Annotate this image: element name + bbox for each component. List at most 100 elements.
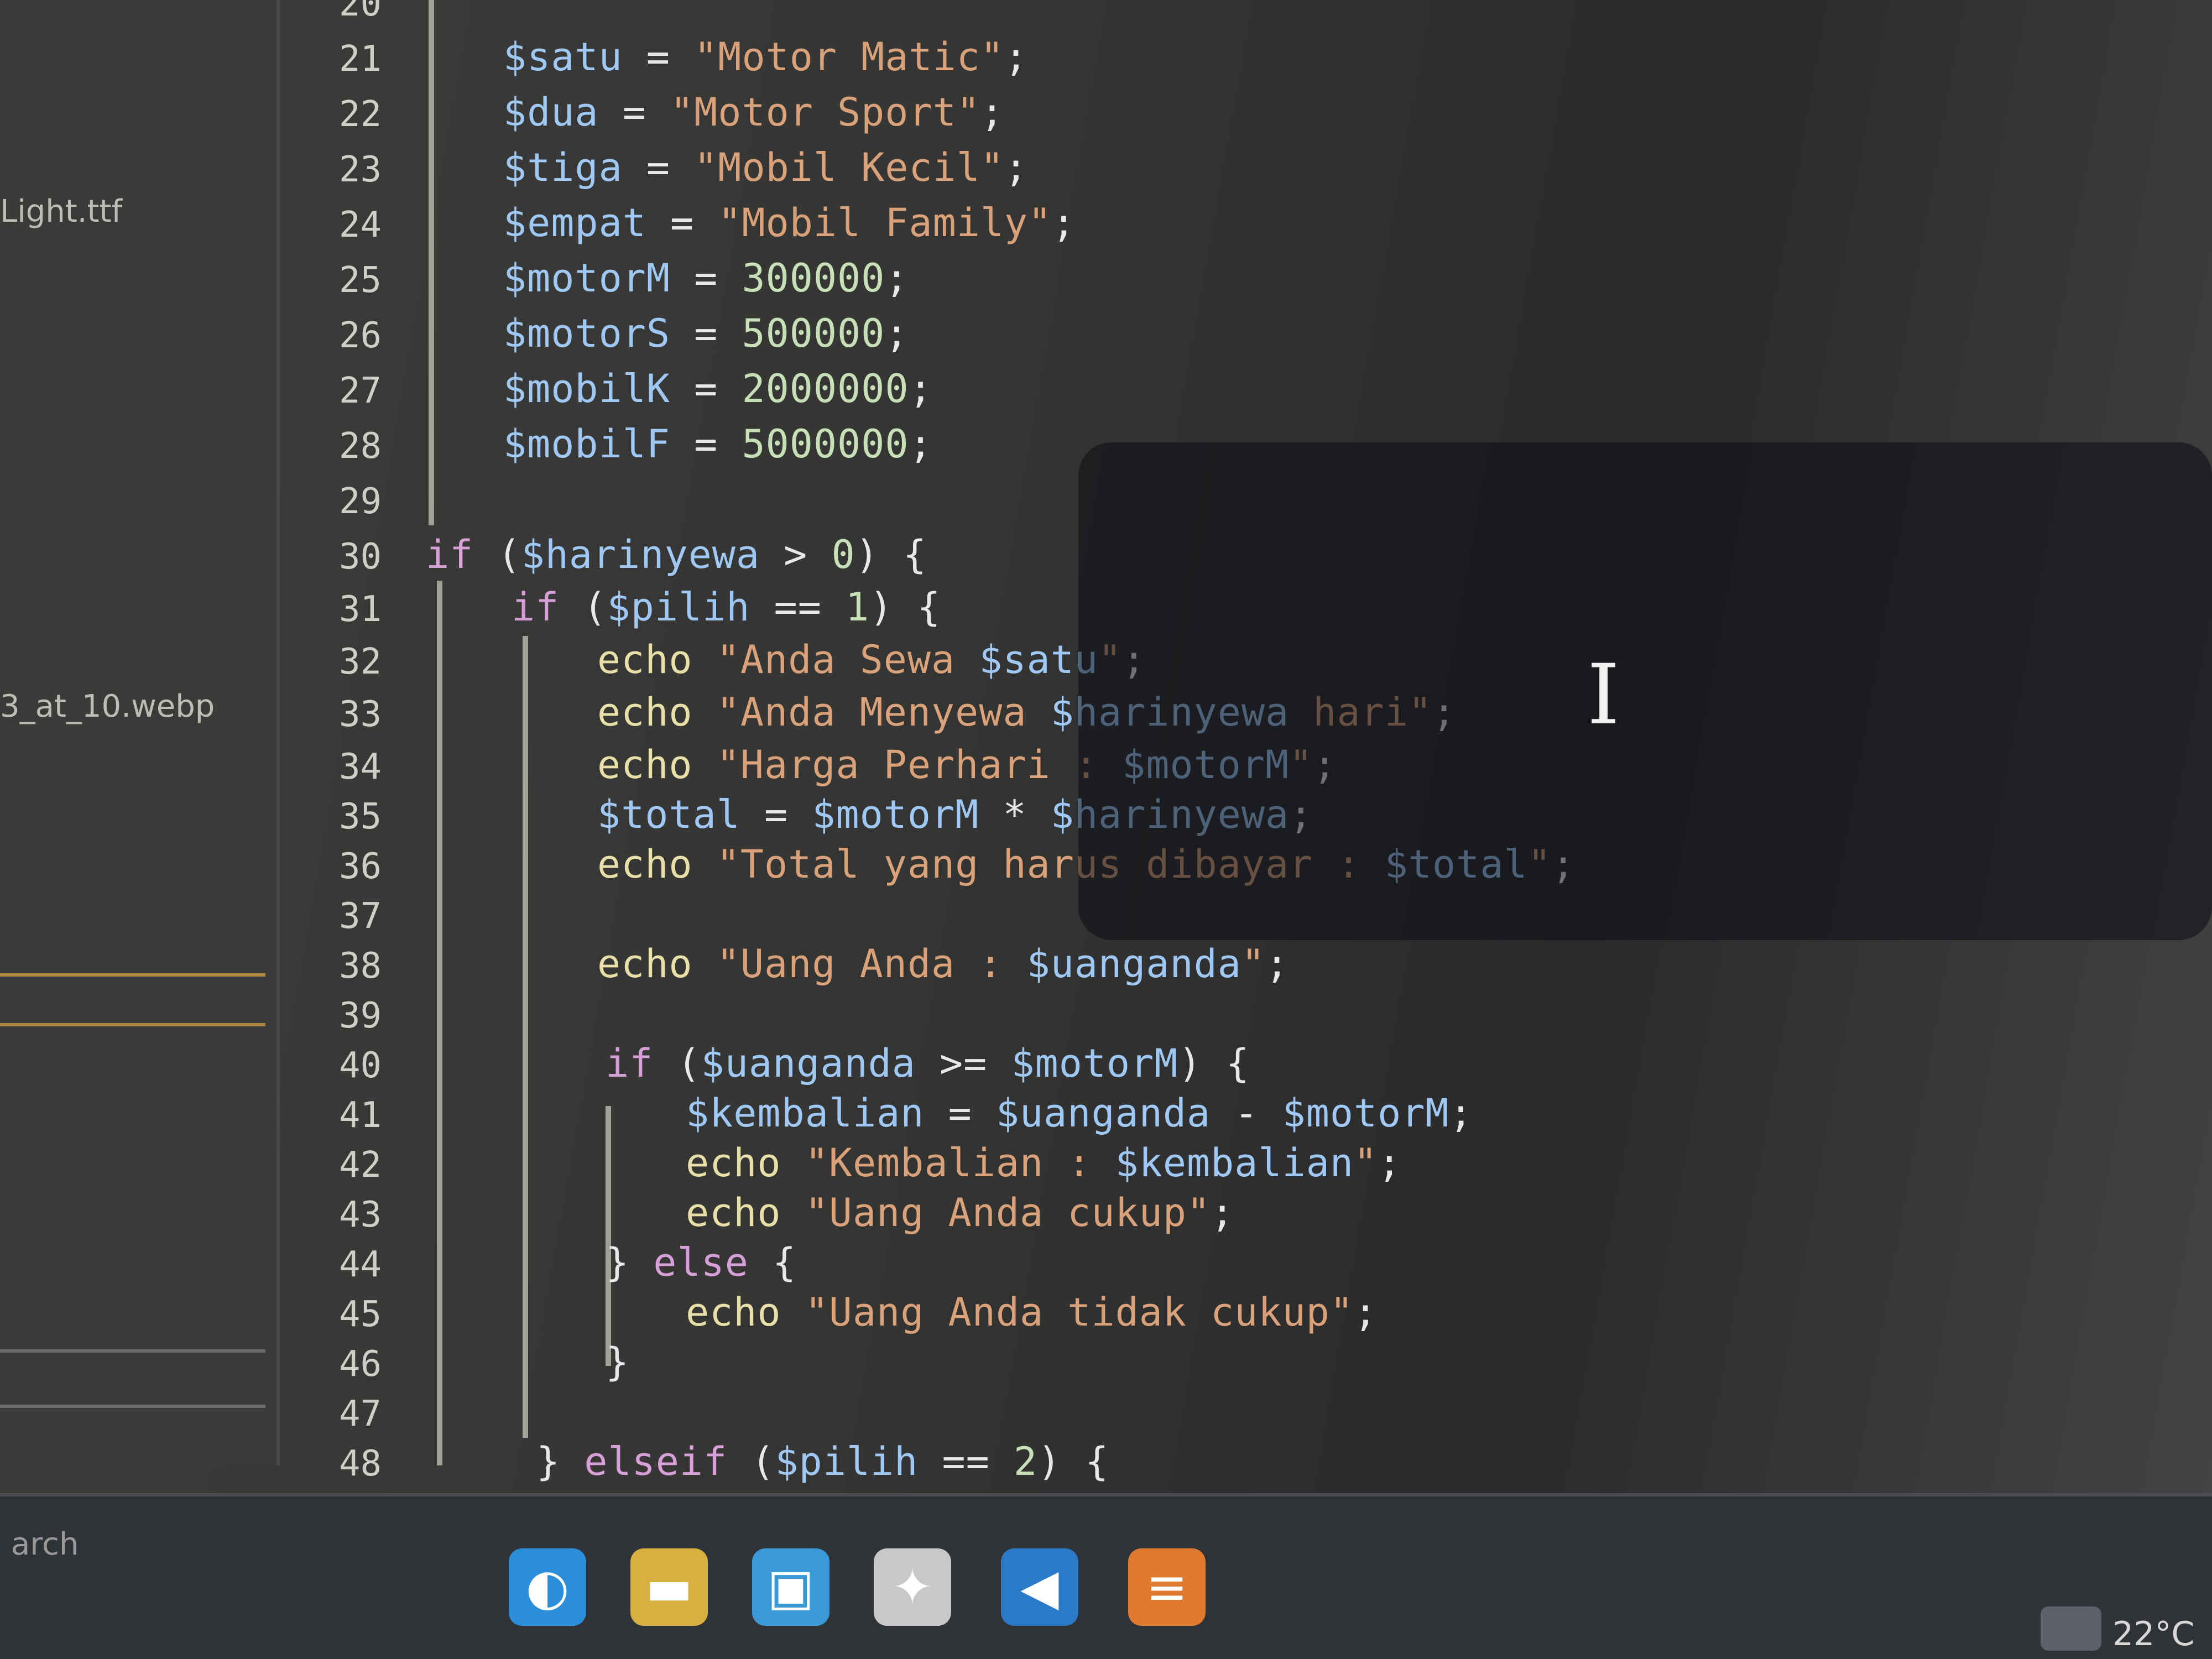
sidebar-file-item[interactable]: 3_at_10.webp — [0, 688, 215, 724]
code-token: "Anda Menyewa — [692, 690, 1051, 735]
indent-guide — [429, 0, 434, 525]
code-token: if — [426, 532, 474, 577]
store-icon[interactable]: ▣ — [752, 1548, 830, 1626]
weather-icon[interactable] — [2041, 1606, 2101, 1651]
code-line: echo "Uang Anda : $uanganda"; — [597, 941, 1289, 987]
code-token: $motorM — [812, 792, 979, 837]
code-token: >= — [915, 1041, 1011, 1086]
code-line: if ($uanganda >= $motorM) { — [606, 1041, 1250, 1086]
code-token: ; — [1052, 200, 1076, 246]
code-token: ; — [980, 90, 1005, 135]
line-number: 36 — [338, 846, 382, 887]
line-number: 45 — [338, 1294, 382, 1335]
code-token: elseif — [584, 1439, 728, 1484]
line-number: 30 — [338, 536, 382, 577]
line-number: 26 — [338, 315, 382, 356]
code-token: == — [918, 1439, 1014, 1484]
line-number: 32 — [338, 641, 382, 682]
sidebar-file-item[interactable]: Light.ttf — [0, 194, 122, 229]
code-token: $pilih — [775, 1439, 919, 1484]
code-line: } else { — [606, 1240, 796, 1285]
code-token: ) { — [855, 532, 927, 577]
code-token: $total — [597, 792, 740, 837]
code-token: $kembalian — [686, 1091, 925, 1136]
code-token: "Motor Sport" — [670, 90, 980, 135]
line-number: 29 — [338, 481, 382, 522]
code-line: echo "Uang Anda tidak cukup"; — [686, 1290, 1378, 1335]
line-number: 21 — [338, 39, 382, 80]
code-token: $uanganda — [1026, 941, 1241, 987]
code-token: = — [622, 145, 695, 190]
code-token: ; — [885, 311, 909, 356]
line-number: 46 — [338, 1344, 382, 1385]
code-token: if — [606, 1041, 654, 1086]
code-token: ; — [909, 366, 933, 411]
code-token: "Uang Anda : — [692, 941, 1027, 987]
line-number: 20 — [338, 0, 382, 24]
code-token: ) { — [869, 585, 941, 630]
code-line: } elseif ($pilih == 2) { — [536, 1439, 1109, 1484]
sublime-icon[interactable]: ≡ — [1128, 1548, 1206, 1626]
line-number: 43 — [338, 1194, 382, 1235]
code-token: $mobilK — [503, 366, 671, 411]
code-line: $dua = "Motor Sport"; — [503, 90, 1004, 135]
line-number: 33 — [338, 694, 382, 735]
line-number: 27 — [338, 371, 382, 411]
code-token: } — [536, 1439, 585, 1484]
code-line: if ($harinyewa > 0) { — [426, 532, 927, 577]
line-number: 42 — [338, 1145, 382, 1186]
code-token: ( — [473, 532, 521, 577]
line-number: 34 — [338, 747, 382, 787]
code-line: $satu = "Motor Matic"; — [503, 34, 1028, 80]
code-token: = — [740, 792, 812, 837]
text-cursor-icon: I — [1587, 647, 1620, 743]
code-token: 5000000 — [742, 421, 909, 467]
code-token: "Motor Matic" — [694, 34, 1005, 80]
code-token: $motorM — [1282, 1091, 1449, 1136]
code-token: echo — [597, 690, 693, 735]
line-number: 48 — [338, 1443, 382, 1484]
code-token: = — [622, 34, 695, 80]
edge-icon[interactable]: ◐ — [509, 1548, 586, 1626]
code-line: echo "Kembalian : $kembalian"; — [686, 1140, 1401, 1186]
copilot-icon[interactable]: ✦ — [874, 1548, 951, 1626]
code-token: else — [653, 1240, 749, 1285]
code-line: $motorM = 300000; — [503, 255, 909, 301]
code-token: $empat — [503, 200, 646, 246]
indent-guide — [523, 636, 528, 1438]
code-line: $empat = "Mobil Family"; — [503, 200, 1076, 246]
code-token: - — [1211, 1091, 1282, 1136]
code-token: = — [670, 366, 742, 411]
line-number: 38 — [338, 946, 382, 987]
code-token: ; — [909, 421, 933, 467]
weather-temperature[interactable]: 22°C — [2112, 1615, 2194, 1653]
code-token: ; — [1354, 1290, 1378, 1335]
taskbar — [0, 1493, 2212, 1659]
code-token: } — [606, 1240, 654, 1285]
line-number: 37 — [338, 896, 382, 937]
code-token: == — [750, 585, 846, 630]
code-token: "Anda Sewa — [692, 637, 979, 682]
code-token: } — [606, 1339, 630, 1385]
code-token: 2000000 — [742, 366, 909, 411]
code-token: $motorS — [503, 311, 671, 356]
sidebar-divider — [0, 1023, 265, 1026]
code-token: "Uang Anda tidak cukup" — [781, 1290, 1354, 1335]
file-explorer-icon[interactable]: ▬ — [630, 1548, 708, 1626]
taskbar-search[interactable]: arch — [11, 1526, 79, 1562]
code-token: ( — [653, 1041, 701, 1086]
sidebar-divider — [0, 1349, 265, 1353]
code-token: if — [512, 585, 560, 630]
line-number: 22 — [338, 94, 382, 135]
explorer-sidebar: Light.ttf 3_at_10.webp — [0, 0, 280, 1465]
code-token: ; — [1265, 941, 1290, 987]
vscode-icon[interactable]: ◀ — [1001, 1548, 1078, 1626]
indent-guide — [437, 581, 442, 1465]
code-token: ( — [559, 585, 607, 630]
code-token: echo — [686, 1190, 781, 1235]
line-number: 47 — [338, 1394, 382, 1434]
code-token: echo — [686, 1140, 781, 1186]
code-token: $motorM — [1011, 1041, 1178, 1086]
code-line: if ($pilih == 1) { — [512, 585, 941, 630]
sidebar-divider — [0, 1405, 265, 1408]
